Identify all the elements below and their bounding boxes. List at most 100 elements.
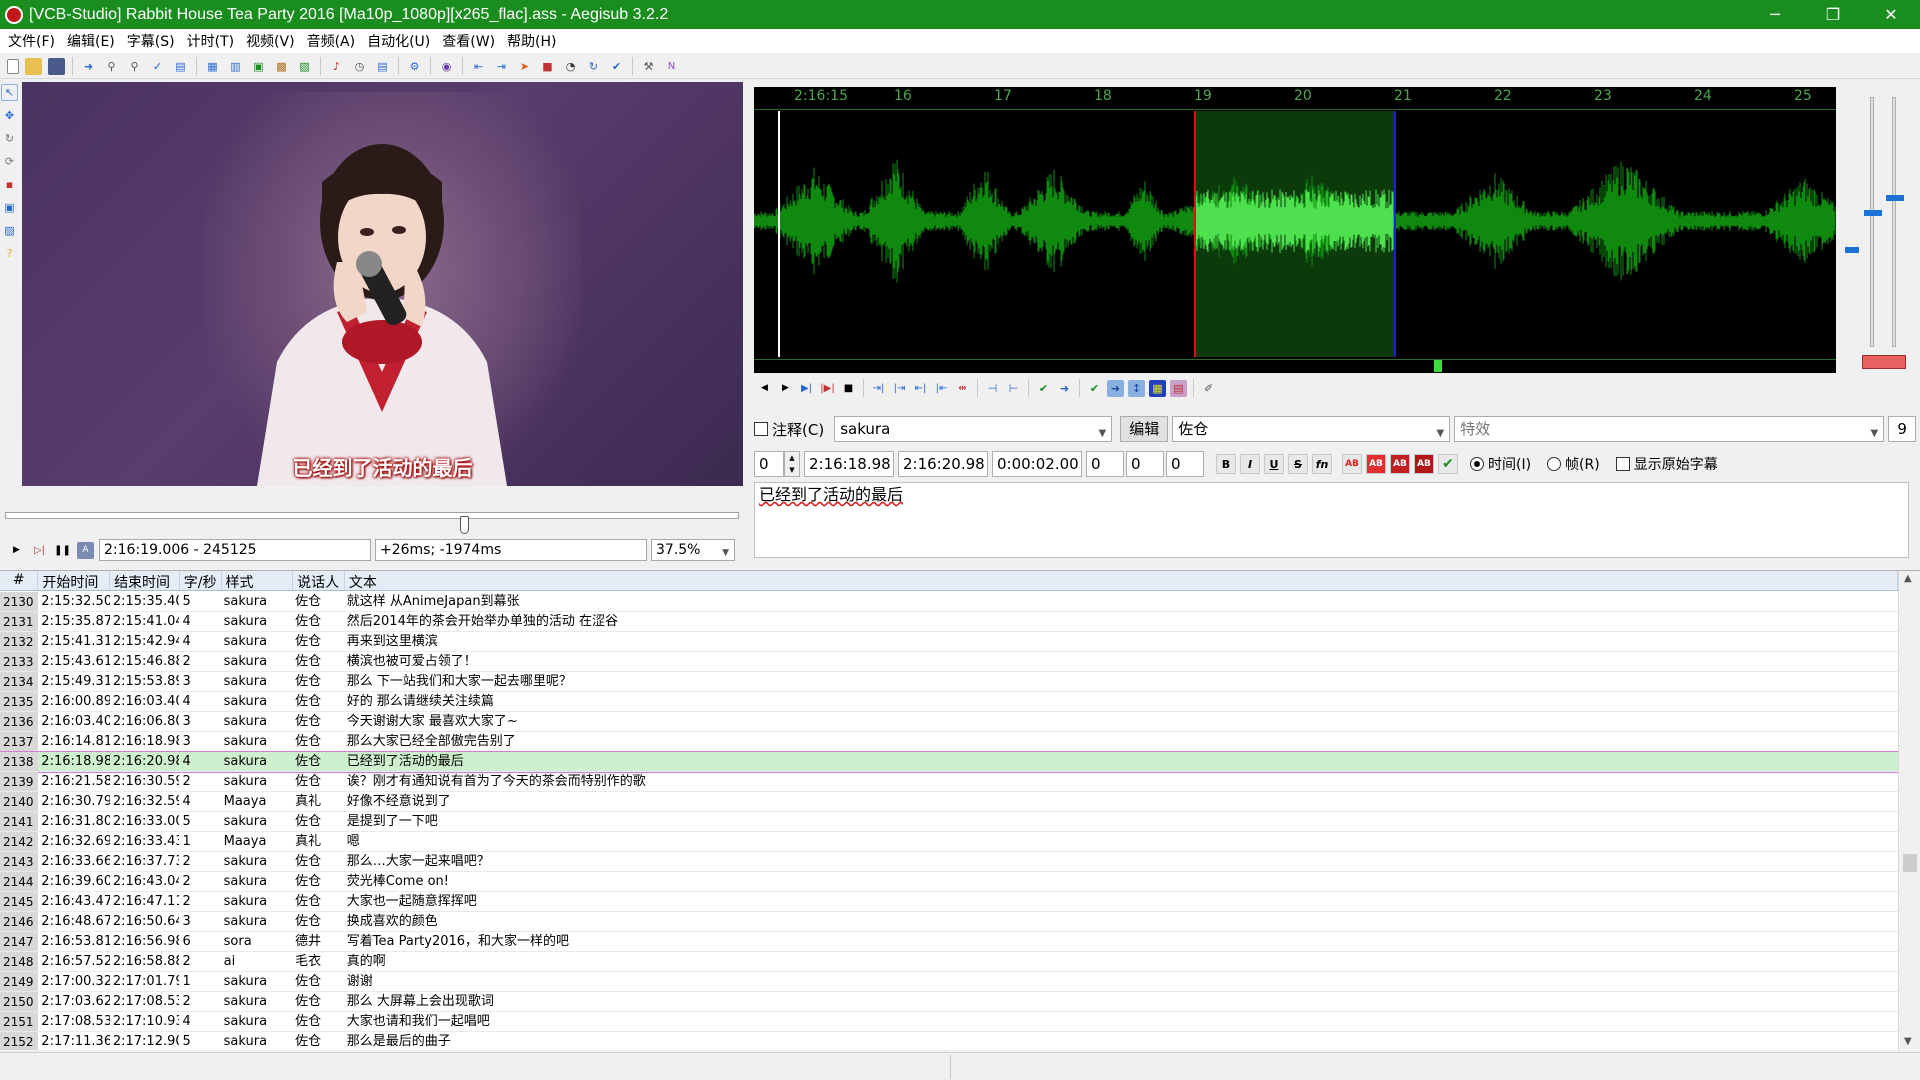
col-end-header[interactable]: 结束时间 <box>110 571 180 591</box>
bold-button[interactable]: B <box>1216 454 1236 474</box>
style-select[interactable]: sakura ▼ <box>834 416 1113 442</box>
grid-scrollbar[interactable]: ▲ ▼ <box>1898 571 1920 1050</box>
table-row[interactable]: 2141 2:16:31.80 2:16:33.00 5 sakura 佐仓 是提到了一下吧 <box>0 812 1898 832</box>
comment-checkbox[interactable] <box>754 422 768 436</box>
table-row[interactable]: 2130 2:15:32.50 2:15:35.40 5 sakura 佐仓 就这样 从An… <box>0 592 1898 612</box>
menu-view[interactable]: 查看(W) <box>438 31 503 51</box>
table-row[interactable]: 2136 2:16:03.40 2:16:06.80 3 sakura 佐仓 今天谢谢大家 … <box>0 712 1898 732</box>
play-end-icon[interactable]: ⇤| <box>912 380 929 397</box>
edit-style-button[interactable]: 编辑 <box>1120 416 1169 442</box>
play-line-icon[interactable]: ▷| <box>31 542 48 559</box>
autoscroll-icon[interactable]: A <box>77 541 94 559</box>
video-time-field[interactable]: 2:16:19.006 - 245125 <box>99 539 371 561</box>
style-manager-icon[interactable]: ▤ <box>172 58 189 75</box>
table-row[interactable]: 2137 2:16:14.81 2:16:18.98 3 sakura 佐仓 那么大家已经全… <box>0 732 1898 752</box>
audio-waveform-display[interactable]: 2:16:15 16 17 18 19 20 21 22 23 24 25 <box>754 87 1836 373</box>
help-icon[interactable]: ? <box>1 245 18 262</box>
horizontal-zoom-slider[interactable] <box>1870 97 1874 347</box>
prev-line-icon[interactable]: ◀ <box>756 380 773 397</box>
video-display[interactable]: 已经到了活动的最后 <box>22 82 743 486</box>
volume-thumb[interactable] <box>1864 210 1882 216</box>
secondary-color-button[interactable]: AB <box>1366 454 1386 474</box>
subtitle-grid[interactable]: # 开始时间 结束时间 字/秒 样式 说话人 文本 2130 2:15:32.50… <box>0 570 1920 1050</box>
underline-button[interactable]: U <box>1264 454 1284 474</box>
table-row[interactable]: 2140 2:16:30.79 2:16:32.59 4 Maaya 真礼 好像不经意说到了 <box>0 792 1898 812</box>
toggle-tags-icon[interactable]: N <box>663 58 680 75</box>
auto-commit-icon[interactable]: ✔ <box>1086 380 1103 397</box>
spectrum-icon[interactable]: ▦ <box>1149 379 1166 397</box>
menu-help[interactable]: 帮助(H) <box>503 31 564 51</box>
jump-to-icon[interactable]: ➜ <box>80 58 97 75</box>
check-icon[interactable]: ✔ <box>608 58 625 75</box>
actor-select[interactable]: 佐仓 ▼ <box>1172 416 1451 442</box>
volume-thumb-2[interactable] <box>1886 195 1904 201</box>
stop-icon[interactable]: ■ <box>539 58 556 75</box>
menu-video[interactable]: 视频(V) <box>242 31 303 51</box>
strikeout-button[interactable]: S <box>1288 454 1308 474</box>
clock-icon[interactable]: ◔ <box>562 58 579 75</box>
table-row[interactable]: 2132 2:15:41.31 2:15:42.94 4 sakura 佐仓 再来到这里横滨 <box>0 632 1898 652</box>
menu-automation[interactable]: 自动化(U) <box>363 31 438 51</box>
layer-spin-buttons[interactable]: ▲ ▼ <box>784 451 800 477</box>
start-time-field[interactable]: 2:16:18.98 <box>804 451 894 477</box>
table-row[interactable]: 2134 2:15:49.31 2:15:53.89 3 sakura 佐仓 那么 下一站我… <box>0 672 1898 692</box>
table-row[interactable]: 2131 2:15:35.87 2:15:41.04 4 sakura 佐仓 然后2014年… <box>0 612 1898 632</box>
minimize-button[interactable]: ─ <box>1746 0 1804 29</box>
set-start-icon[interactable]: ⊣ <box>984 380 1001 397</box>
scroll-down-icon[interactable]: ▼ <box>1904 1036 1912 1047</box>
play-selection-icon[interactable]: ▶| <box>798 380 815 397</box>
col-text-header[interactable]: 文本 <box>345 571 1898 591</box>
link-volume-icon[interactable] <box>1862 355 1906 369</box>
play-line-audio-icon[interactable]: |▶| <box>819 380 836 397</box>
fonts-collector-icon[interactable]: ▣ <box>250 58 267 75</box>
play-start-icon[interactable]: |⇥ <box>891 380 908 397</box>
snap-start-icon[interactable]: ⇤ <box>470 58 487 75</box>
attachments-icon[interactable]: ▥ <box>227 58 244 75</box>
table-row[interactable]: 2152 2:17:11.36 2:17:12.90 5 sakura 佐仓 那么是最后的曲… <box>0 1032 1898 1050</box>
frame-mode-radio[interactable] <box>1547 457 1562 471</box>
table-row[interactable]: 2139 2:16:21.58 2:16:30.59 2 sakura 佐仓 诶？刚才有通知… <box>0 772 1898 792</box>
karaoke-icon[interactable]: ▤ <box>1170 379 1187 397</box>
table-row[interactable]: 2135 2:16:00.89 2:16:03.40 4 sakura 佐仓 好的 那么请继… <box>0 692 1898 712</box>
rotate-z-tool-icon[interactable]: ↻ <box>1 130 18 147</box>
video-seek-bar[interactable] <box>5 512 739 519</box>
resample-icon[interactable]: ▩ <box>273 58 290 75</box>
vector-clip-tool-icon[interactable]: ▨ <box>1 222 18 239</box>
table-row[interactable]: 2150 2:17:03.62 2:17:08.53 2 sakura 佐仓 那么 大屏幕上… <box>0 992 1898 1012</box>
scale-tool-icon[interactable]: ▪ <box>1 176 18 193</box>
play-icon[interactable]: ▶ <box>8 542 25 559</box>
selection-end-marker[interactable] <box>1394 111 1396 357</box>
italic-button[interactable]: I <box>1240 454 1260 474</box>
save-file-icon[interactable] <box>48 57 65 75</box>
margin-right-field[interactable]: 0 <box>1126 451 1164 477</box>
time-mode-radio[interactable] <box>1470 457 1484 471</box>
zoom-thumb[interactable] <box>1845 247 1859 253</box>
table-row[interactable]: 2145 2:16:43.47 2:16:47.11 2 sakura 佐仓 大家也一起随意… <box>0 892 1898 912</box>
font-button[interactable]: fn <box>1312 454 1332 474</box>
volume-slider[interactable] <box>1892 97 1896 347</box>
find-icon[interactable]: ⚲ <box>103 58 120 75</box>
timing-postprocessor-icon[interactable]: ♪ <box>328 58 345 75</box>
automation-icon[interactable]: ⚙ <box>406 58 423 75</box>
rotate-xy-tool-icon[interactable]: ⟳ <box>1 153 18 170</box>
selection-start-marker[interactable] <box>1194 111 1196 357</box>
translation-icon[interactable]: ▧ <box>296 58 313 75</box>
play-before-icon[interactable]: ⇥| <box>870 380 887 397</box>
visual-typesetting-icon[interactable]: ◉ <box>438 58 455 75</box>
table-row[interactable]: 2149 2:17:00.32 2:17:01.79 1 sakura 佐仓 谢谢 <box>0 972 1898 992</box>
table-row[interactable]: 2151 2:17:08.53 2:17:10.93 4 sakura 佐仓 大家也请和我们… <box>0 1012 1898 1032</box>
primary-color-button[interactable]: AB <box>1342 454 1362 474</box>
refresh-icon[interactable]: ↻ <box>585 58 602 75</box>
col-number-header[interactable]: # <box>0 571 39 590</box>
auto-next-icon[interactable]: ➜ <box>1107 379 1124 397</box>
subtitle-text-editor[interactable]: 已经到了活动的最后 <box>754 482 1909 558</box>
table-row[interactable]: 2133 2:15:43.61 2:15:46.88 2 sakura 佐仓 横滨也被可爱占… <box>0 652 1898 672</box>
effect-select[interactable]: 特效 ▼ <box>1454 416 1885 442</box>
seek-thumb[interactable] <box>459 516 469 534</box>
menu-file[interactable]: 文件(F) <box>4 31 63 51</box>
next-line-icon[interactable]: ▶ <box>777 380 794 397</box>
auto-scroll-audio-icon[interactable]: ↕ <box>1128 379 1145 397</box>
play-to-end-icon[interactable]: ⇹ <box>954 380 971 397</box>
karaoke-mode-icon[interactable]: ✐ <box>1200 380 1217 397</box>
end-time-field[interactable]: 2:16:20.98 <box>898 451 988 477</box>
